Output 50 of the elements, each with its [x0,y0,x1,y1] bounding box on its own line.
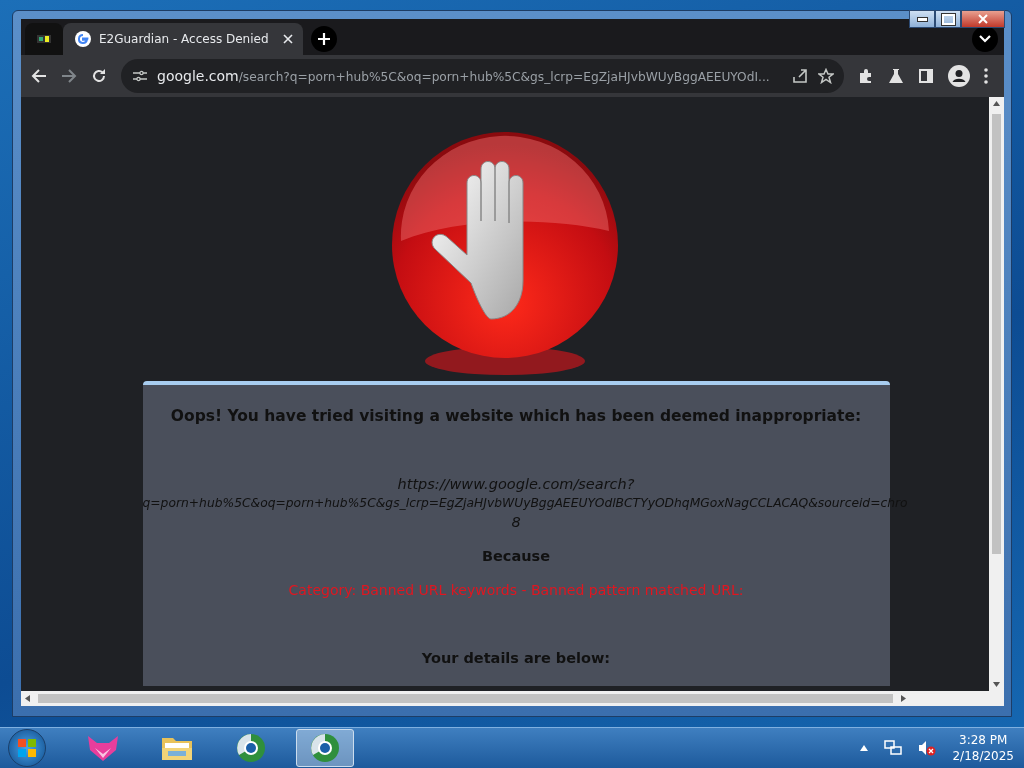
side-panel-icon[interactable] [918,68,934,84]
details-heading: Your details are below: [421,650,611,668]
site-info-icon[interactable] [133,70,147,82]
new-tab-button[interactable] [311,26,337,52]
share-icon[interactable] [792,68,808,84]
start-button[interactable] [8,729,46,768]
scroll-up-icon[interactable] [993,101,1000,106]
scroll-left-icon[interactable] [25,695,30,703]
address-text: google.com/search?q=porn+hub%5C&oq=porn+hub%5C&gs_lcrp=EgZjaHJvbWUyBggAEEUYOdI... [157,68,771,84]
chevron-down-icon [979,35,991,43]
show-hidden-icons-icon[interactable] [860,745,869,752]
clock[interactable]: 3:28 PM 2/18/2025 [952,732,1014,765]
blocked-url: https://www.google.com/search? [397,475,635,494]
plus-icon [318,33,330,45]
reload-button[interactable] [91,68,107,84]
globe-icon [309,732,341,765]
windows-logo-icon [17,738,37,759]
clock-date: 2/18/2025 [952,748,1014,765]
globe-app-button[interactable] [296,729,354,768]
block-heading: Oops! You have tried visiting a website which has been deemed inappropriate: [170,407,862,425]
horizontal-scrollbar[interactable] [21,691,1004,707]
clock-time: 3:28 PM [959,732,1008,749]
fox-icon [86,734,120,763]
close-tab-icon[interactable] [283,34,293,44]
network-icon[interactable] [884,740,903,757]
google-g-icon [75,31,91,47]
block-reason: Category: Banned URL keywords - Banned pattern matched URL: [288,582,744,598]
back-button[interactable] [31,68,47,84]
app-icon [37,33,51,45]
star-icon[interactable] [818,68,834,84]
blocked-url: 8 [511,513,521,532]
browser-tab[interactable]: E2Guardian - Access Denied [63,23,303,55]
minimize-button[interactable] [909,10,935,28]
speaker-muted-icon[interactable] [918,740,937,757]
flask-icon[interactable] [888,68,904,84]
profile-icon[interactable] [948,65,970,87]
vertical-scrollbar[interactable] [989,97,1004,692]
tab-search-button[interactable] [972,26,998,52]
puzzle-icon[interactable] [858,68,874,84]
address-bar[interactable]: google.com/search?q=porn+hub%5C&oq=porn+hub%5C&gs_lcrp=EgZjaHJvbWUyBggAEEUYOdI... [121,59,844,93]
scroll-right-icon[interactable] [901,695,906,703]
globe-icon [235,732,267,765]
tab-title: E2Guardian - Access Denied [99,32,270,46]
because-label: Because [481,548,551,564]
maximize-button[interactable] [935,10,961,28]
close-button[interactable] [961,10,1005,28]
pinned-tab[interactable] [25,23,63,55]
close-icon [978,14,988,24]
menu-icon[interactable] [984,68,988,84]
scroll-down-icon[interactable] [993,682,1000,688]
